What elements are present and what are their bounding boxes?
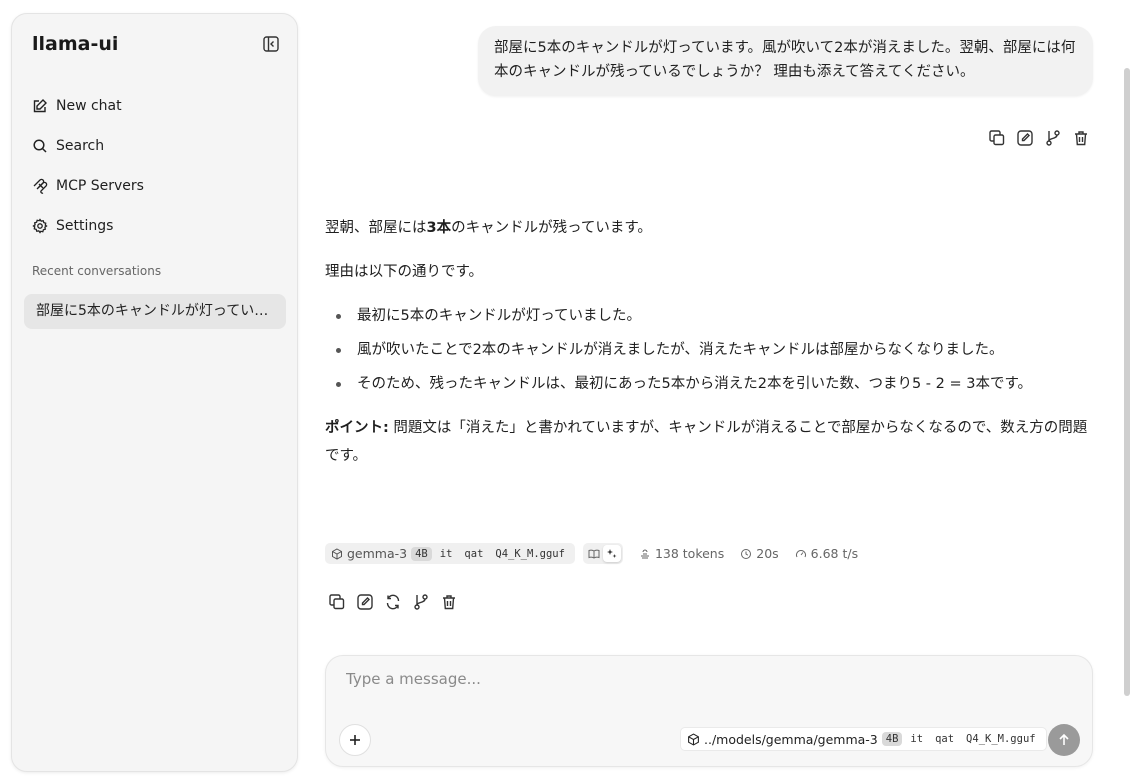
answer-text: のキャンドルが残っています。 xyxy=(451,220,652,236)
list-item: 最初に5本のキャンドルが灯っていました。 xyxy=(325,302,1095,330)
regenerate-icon[interactable] xyxy=(384,593,402,611)
assistant-message-actions xyxy=(328,593,458,611)
stack-icon xyxy=(639,548,651,560)
conversation-item[interactable]: 部屋に5本のキャンドルが灯っています。風が吹いて2本が消えました。翌朝、部屋には… xyxy=(24,294,286,329)
model-badge: gemma-3 4B it qat Q4_K_M.gguf xyxy=(325,543,575,564)
answer-bold: 3本 xyxy=(426,220,452,236)
search-button[interactable]: Search xyxy=(32,126,282,166)
model-tag: Q4_K_M.gguf xyxy=(966,733,1036,745)
response-meta: gemma-3 4B it qat Q4_K_M.gguf 138 tokens… xyxy=(325,543,858,564)
answer-paragraph: 翌朝、部屋には3本のキャンドルが残っています。 xyxy=(325,214,1095,242)
token-count: 138 tokens xyxy=(639,546,724,561)
generation-time: 20s xyxy=(740,546,779,561)
trash-icon[interactable] xyxy=(1072,129,1090,147)
new-chat-button[interactable]: New chat xyxy=(32,86,282,126)
copy-icon[interactable] xyxy=(988,129,1006,147)
user-message-actions xyxy=(988,129,1090,147)
model-tag: it xyxy=(439,547,453,560)
model-tag: 4B xyxy=(881,732,903,746)
gauge-icon xyxy=(795,548,807,560)
cube-icon xyxy=(331,547,343,560)
model-tag: qat xyxy=(935,733,955,745)
book-icon[interactable] xyxy=(585,545,603,562)
branch-icon[interactable] xyxy=(412,593,430,611)
assistant-answer: 翌朝、部屋には3本のキャンドルが残っています。 理由は以下の通りです。 最初に5… xyxy=(325,214,1095,486)
user-message: 部屋に5本のキャンドルが灯っています。風が吹いて2本が消えました。翌朝、部屋には… xyxy=(478,26,1093,96)
app-title: llama-ui xyxy=(32,33,119,55)
message-input[interactable] xyxy=(346,670,1046,688)
point-text: 問題文は「消えた」と書かれていますが、キャンドルが消えることで部屋からなくなるの… xyxy=(325,420,1088,464)
token-speed: 6.68 t/s xyxy=(795,546,858,561)
clock-icon xyxy=(740,548,752,560)
send-button[interactable] xyxy=(1048,724,1080,756)
cube-icon xyxy=(687,732,700,746)
model-tag: it xyxy=(910,733,924,745)
scrollbar[interactable] xyxy=(1124,68,1130,696)
model-name: gemma-3 xyxy=(347,546,408,561)
mcp-icon xyxy=(32,178,56,194)
gear-icon xyxy=(32,218,56,234)
list-item: 風が吹いたことで2本のキャンドルが消えましたが、消えたキャンドルは部屋からなくな… xyxy=(325,336,1095,364)
mcp-servers-label: MCP Servers xyxy=(56,178,144,194)
edit-icon[interactable] xyxy=(356,593,374,611)
model-path: ../models/gemma/gemma-3 xyxy=(704,731,878,747)
edit-icon xyxy=(32,98,56,114)
copy-icon[interactable] xyxy=(328,593,346,611)
model-tag: 4B xyxy=(411,546,432,561)
mcp-servers-button[interactable]: MCP Servers xyxy=(32,166,282,206)
answer-text: 翌朝、部屋には xyxy=(325,220,427,236)
answer-point: ポイント: 問題文は「消えた」と書かれていますが、キャンドルが消えることで部屋か… xyxy=(325,414,1095,470)
point-label: ポイント: xyxy=(325,420,389,436)
sidebar: llama-ui New chat Search MCP Servers Set… xyxy=(11,13,298,772)
trash-icon[interactable] xyxy=(440,593,458,611)
settings-label: Settings xyxy=(56,218,114,234)
search-icon xyxy=(32,138,56,154)
recent-conversations-title: Recent conversations xyxy=(32,264,162,278)
model-tag: Q4_K_M.gguf xyxy=(495,547,565,560)
collapse-sidebar-icon[interactable] xyxy=(262,35,280,53)
sparkle-icon[interactable] xyxy=(602,545,621,562)
sidebar-nav: New chat Search MCP Servers Settings xyxy=(32,86,282,246)
view-mode-toggle xyxy=(582,543,623,564)
generation-time-label: 20s xyxy=(756,546,779,561)
answer-list: 最初に5本のキャンドルが灯っていました。 風が吹いたことで2本のキャンドルが消え… xyxy=(325,302,1095,398)
branch-icon[interactable] xyxy=(1044,129,1062,147)
token-count-label: 138 tokens xyxy=(654,546,725,561)
message-composer: ../models/gemma/gemma-3 4B it qat Q4_K_M… xyxy=(325,655,1093,767)
model-tag: qat xyxy=(464,547,484,560)
settings-button[interactable]: Settings xyxy=(32,206,282,246)
attach-button[interactable] xyxy=(339,724,371,756)
plus-icon xyxy=(350,735,360,745)
edit-icon[interactable] xyxy=(1016,129,1034,147)
search-label: Search xyxy=(56,138,105,154)
arrow-up-icon xyxy=(1059,733,1069,745)
list-item: そのため、残ったキャンドルは、最初にあった5本から消えた2本を引いた数、つまり5… xyxy=(325,370,1095,398)
model-selector[interactable]: ../models/gemma/gemma-3 4B it qat Q4_K_M… xyxy=(680,727,1047,751)
answer-paragraph: 理由は以下の通りです。 xyxy=(325,264,484,280)
new-chat-label: New chat xyxy=(56,98,122,114)
token-speed-label: 6.68 t/s xyxy=(810,546,859,561)
